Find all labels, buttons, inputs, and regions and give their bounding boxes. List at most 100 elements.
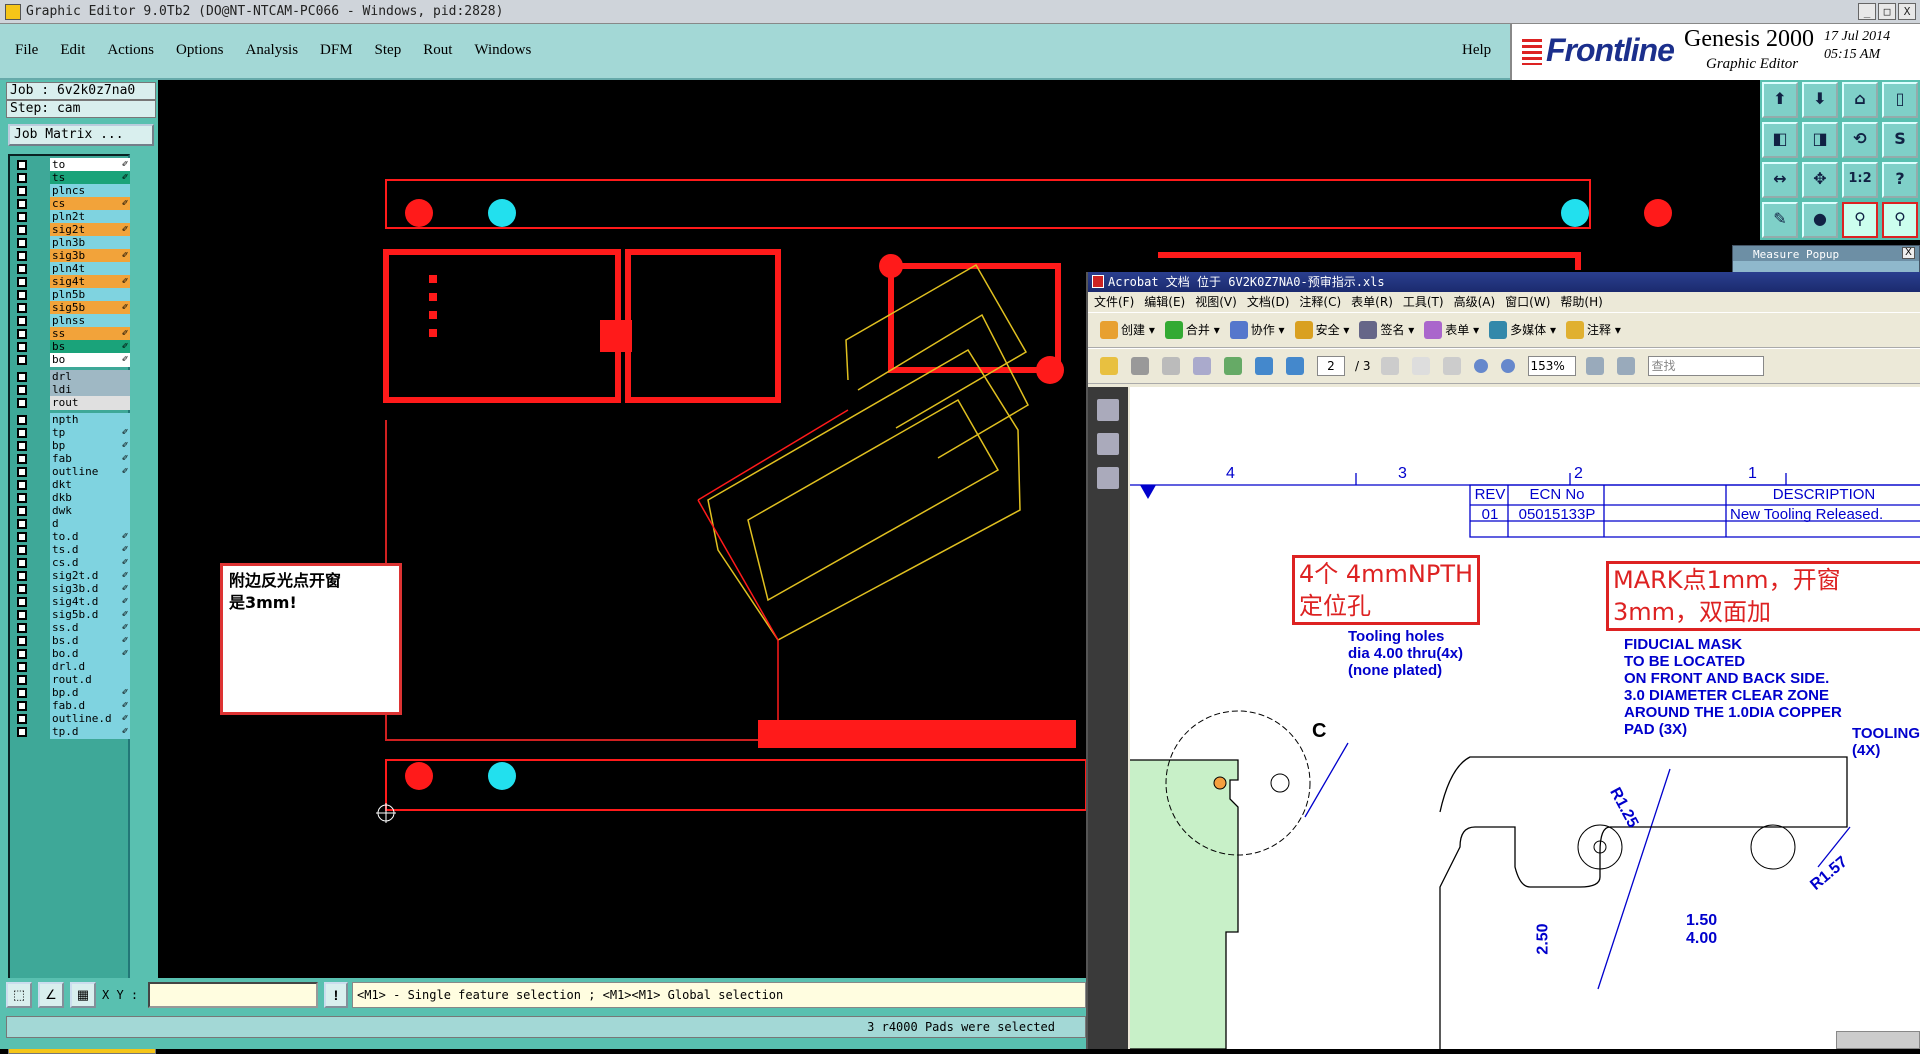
layer-row-bo[interactable]: bo ✐ (14, 353, 130, 367)
layer-checkbox[interactable] (17, 480, 27, 490)
job-matrix-button[interactable]: Job Matrix ... (8, 124, 154, 146)
acrobat-task-button[interactable]: 签名 ▾ (1359, 321, 1414, 340)
acrobat-menu-item[interactable]: 工具(T) (1403, 292, 1444, 312)
layer-checkbox[interactable] (17, 173, 27, 183)
menu-actions[interactable]: Actions (104, 40, 157, 61)
layer-name[interactable]: pln2t (50, 210, 130, 224)
layer-row-to[interactable]: to ✐ (14, 158, 130, 172)
layer-row-tp[interactable]: tp ✐ (14, 426, 130, 440)
layer-checkbox[interactable] (17, 727, 27, 737)
layer-name[interactable]: tp.d ✐ (50, 725, 130, 739)
grid-mode-icon[interactable]: ▦ (70, 982, 96, 1008)
help-icon[interactable]: ? (1882, 162, 1918, 198)
layer-name[interactable]: d (50, 517, 130, 531)
layer-checkbox[interactable] (17, 714, 27, 724)
close-button[interactable]: X (1898, 3, 1916, 20)
layer-name[interactable]: dkb (50, 491, 130, 505)
menu-dfm[interactable]: DFM (317, 40, 356, 61)
acrobat-task-button[interactable]: 合并 ▾ (1164, 321, 1220, 340)
email-icon[interactable] (1193, 357, 1211, 375)
layer-checkbox[interactable] (17, 329, 27, 339)
layer-name[interactable]: sig2t ✐ (50, 223, 130, 237)
layer-checkbox[interactable] (17, 316, 27, 326)
layer-name[interactable]: fab.d ✐ (50, 699, 130, 713)
layer-name[interactable]: pln4t (50, 262, 130, 276)
layer-name[interactable]: sig2t.d ✐ (50, 569, 130, 583)
layer-row-to-d[interactable]: to.d ✐ (14, 530, 130, 544)
layer-name[interactable]: ss.d ✐ (50, 621, 130, 635)
layer-checkbox[interactable] (17, 675, 27, 685)
layer-checkbox[interactable] (17, 493, 27, 503)
angle-mode-icon[interactable]: ∠ (38, 982, 64, 1008)
acrobat-menu-item[interactable]: 编辑(E) (1144, 292, 1185, 312)
layer-checkbox[interactable] (17, 597, 27, 607)
layer-name[interactable]: bo ✐ (50, 353, 130, 367)
layer-name[interactable]: sig5b ✐ (50, 301, 130, 315)
acrobat-task-button[interactable]: 安全 ▾ (1294, 321, 1349, 340)
layer-checkbox[interactable] (17, 277, 27, 287)
pdf-page[interactable]: 4 3 2 1 REV ECN No DESCRIPTION 01 05015133P… (1130, 387, 1920, 1049)
layer-checkbox[interactable] (17, 506, 27, 516)
layer-checkbox[interactable] (17, 264, 27, 274)
layer-checkbox[interactable] (17, 610, 27, 620)
layer-checkbox[interactable] (17, 415, 27, 425)
layer-checkbox[interactable] (17, 355, 27, 365)
layer-checkbox[interactable] (17, 532, 27, 542)
layer-row-fab[interactable]: fab ✐ (14, 452, 130, 466)
layer-checkbox[interactable] (17, 558, 27, 568)
layer-name[interactable]: to.d ✐ (50, 530, 130, 544)
layer-row-tp-d[interactable]: tp.d ✐ (14, 725, 130, 739)
layer-checkbox[interactable] (17, 428, 27, 438)
layer-row-ss-d[interactable]: ss.d ✐ (14, 621, 130, 635)
layer-checkbox[interactable] (17, 199, 27, 209)
layer-checkbox[interactable] (17, 701, 27, 711)
layer-row-dkt[interactable]: dkt (14, 478, 130, 492)
layer-checkbox[interactable] (17, 290, 27, 300)
layer-checkbox[interactable] (17, 303, 27, 313)
layer-name[interactable]: npth (50, 413, 130, 427)
layer-checkbox[interactable] (17, 636, 27, 646)
layer-checkbox[interactable] (17, 454, 27, 464)
layer-checkbox[interactable] (17, 160, 27, 170)
layer-name[interactable]: fab ✐ (50, 452, 130, 466)
measure-popup-close-button[interactable]: X (1902, 247, 1915, 259)
minimize-button[interactable]: _ (1858, 3, 1876, 20)
page-number-input[interactable]: 2 (1317, 356, 1345, 376)
layer-name[interactable]: dwk (50, 504, 130, 518)
scale-1-2-icon[interactable]: 1:2 (1842, 162, 1878, 198)
layer-name[interactable]: plncs (50, 184, 130, 198)
layer-row-cs[interactable]: cs ✐ (14, 197, 130, 211)
bookmarks-icon[interactable] (1097, 433, 1119, 455)
layer-name[interactable]: bs ✐ (50, 340, 130, 354)
layer-row-outline[interactable]: outline ✐ (14, 465, 130, 479)
menu-windows[interactable]: Windows (471, 40, 534, 61)
layer-name[interactable]: dkt (50, 478, 130, 492)
layer-name[interactable]: plnss (50, 314, 130, 328)
layer-row-cs-d[interactable]: cs.d ✐ (14, 556, 130, 570)
layer-name[interactable]: bo.d ✐ (50, 647, 130, 661)
menu-step[interactable]: Step (372, 40, 405, 61)
layer-name[interactable]: to ✐ (50, 158, 130, 172)
layer-name[interactable]: ts.d ✐ (50, 543, 130, 557)
layer-checkbox[interactable] (17, 519, 27, 529)
layer-row-sig4t[interactable]: sig4t ✐ (14, 275, 130, 289)
layer-name[interactable]: outline.d ✐ (50, 712, 130, 726)
layer-row-pln4t[interactable]: pln4t (14, 262, 130, 276)
highlight-icon[interactable]: ⚲ (1882, 202, 1918, 238)
menu-options[interactable]: Options (173, 40, 227, 61)
acrobat-menu-item[interactable]: 窗口(W) (1505, 292, 1550, 312)
layer-row-rout[interactable]: rout (14, 396, 130, 410)
prev-page-icon[interactable] (1255, 357, 1273, 375)
layer-row-dwk[interactable]: dwk (14, 504, 130, 518)
layer-name[interactable]: outline ✐ (50, 465, 130, 479)
layer-name[interactable]: pln3b (50, 236, 130, 250)
layer-row-plnss[interactable]: plnss (14, 314, 130, 328)
layer-row-sig5b-d[interactable]: sig5b.d ✐ (14, 608, 130, 622)
acrobat-task-button[interactable]: 创建 ▾ (1100, 321, 1155, 340)
save-icon[interactable]: ⬇ (1802, 82, 1838, 118)
zoom-out-icon[interactable] (1473, 359, 1488, 373)
layer-checkbox[interactable] (17, 372, 27, 382)
layer-name[interactable]: bs.d ✐ (50, 634, 130, 648)
home-icon[interactable]: ⌂ (1842, 82, 1878, 118)
layer-name[interactable]: drl (50, 370, 130, 384)
